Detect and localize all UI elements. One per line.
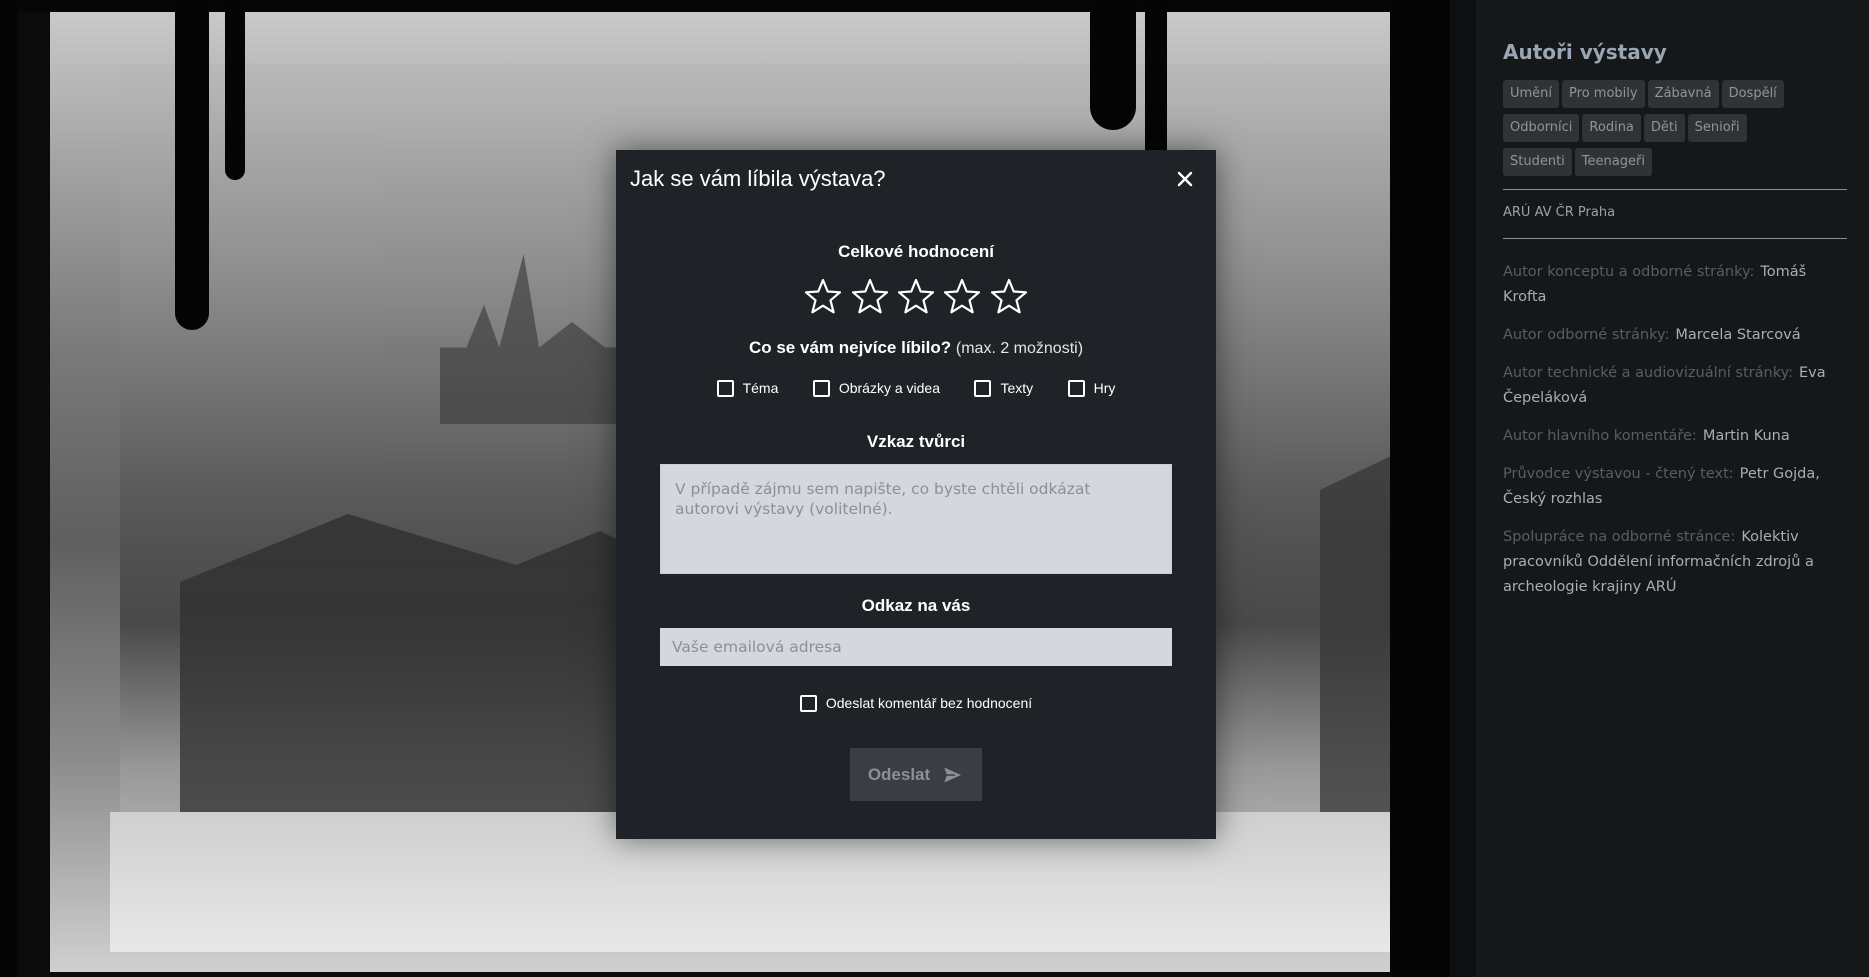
liked-question: Co se vám nejvíce líbilo? [748, 338, 952, 357]
no-rating-label: Odeslat komentář bez hodnocení [825, 695, 1033, 711]
submit-label: Odeslat [867, 764, 931, 784]
credit-value: Marcela Starcová [1675, 327, 1801, 343]
organization-name: ARÚ AV ČR Praha [1503, 205, 1616, 220]
credit-label: Autor odborné stránky: [1503, 327, 1670, 343]
credits-list: Autor konceptu a odborné stránky: Tomáš K… [1503, 260, 1853, 613]
star-rating [616, 278, 1216, 319]
credit-item: Autor technické a audiovizuální stránky:… [1503, 361, 1853, 411]
divider [1503, 189, 1847, 190]
checkbox[interactable] [716, 379, 734, 397]
photo-drip [0, 0, 18, 977]
credit-item: Průvodce výstavou - čtený text: Petr Gojd… [1503, 462, 1853, 512]
feedback-modal: Jak se vám líbila výstava? Celkové hodno… [616, 150, 1216, 839]
no-rating-option[interactable]: Odeslat komentář bez hodnocení [616, 694, 1216, 713]
option-hry[interactable]: Hry [1067, 379, 1116, 398]
star-icon[interactable] [898, 278, 934, 314]
send-icon [942, 764, 964, 785]
tag[interactable]: Děti [1643, 114, 1685, 142]
credit-label: Autor konceptu a odborné stránky: [1503, 264, 1755, 280]
credit-item: Autor konceptu a odborné stránky: Tomáš K… [1503, 260, 1853, 310]
tag[interactable]: Dospělí [1721, 80, 1784, 108]
tag[interactable]: Rodina [1582, 114, 1641, 142]
credit-label: Autor hlavního komentáře: [1503, 428, 1697, 444]
tag[interactable]: Teenageři [1574, 148, 1652, 176]
option-label: Texty [1000, 380, 1034, 396]
star-icon[interactable] [990, 278, 1027, 314]
checkbox[interactable] [974, 379, 992, 397]
submit-button[interactable]: Odeslat [850, 748, 982, 801]
tag[interactable]: Zábavná [1647, 80, 1719, 108]
message-heading: Vzkaz tvůrci [866, 432, 966, 451]
tag[interactable]: Senioři [1687, 114, 1747, 142]
tag-list: Umění Pro mobily Zábavná Dospělí Odborníci R… [1503, 80, 1853, 182]
sidebar-title: Autoři výstavy [1503, 40, 1667, 64]
liked-heading: Co se vám nejvíce líbilo? (max. 2 možnos… [616, 338, 1216, 358]
star-icon[interactable] [944, 278, 981, 314]
credit-item: Autor odborné stránky: Marcela Starcová [1503, 323, 1853, 348]
option-tema[interactable]: Téma [716, 379, 779, 398]
photo-top-edge [0, 0, 1450, 12]
credit-value: Martin Kuna [1702, 428, 1790, 444]
sidebar: Autoři výstavy Umění Pro mobily Zábavná Dos… [1476, 0, 1869, 977]
checkbox[interactable] [812, 379, 830, 397]
close-icon [1177, 171, 1193, 187]
tag[interactable]: Pro mobily [1562, 80, 1645, 108]
divider [1503, 238, 1847, 239]
option-texty[interactable]: Texty [974, 379, 1034, 398]
message-textarea[interactable]: V případě zájmu sem napište, co byste ch… [660, 464, 1172, 574]
option-obrazky-a-videa[interactable]: Obrázky a videa [812, 379, 941, 398]
tag[interactable]: Umění [1503, 80, 1560, 108]
checkbox[interactable] [1067, 379, 1085, 397]
liked-hint: (max. 2 možnosti) [955, 340, 1084, 357]
email-field[interactable]: Vaše emailová adresa [660, 628, 1172, 666]
credit-item: Spolupráce na odborné stránce: Kolektiv p… [1503, 525, 1853, 600]
option-label: Hry [1093, 380, 1116, 396]
liked-options: Téma Obrázky a videa Texty Hry [616, 379, 1216, 398]
photo-drip [1390, 0, 1450, 977]
close-button[interactable] [1172, 166, 1198, 192]
credit-label: Průvodce výstavou - čtený text: [1503, 466, 1734, 482]
option-label: Téma [742, 380, 779, 396]
option-label: Obrázky a videa [838, 380, 941, 396]
credit-label: Spolupráce na odborné stránce: [1503, 529, 1736, 545]
photo-drip [225, 0, 245, 180]
rating-heading: Celkové hodnocení [838, 242, 994, 261]
contact-heading: Odkaz na vás [861, 596, 971, 615]
credit-label: Autor technické a audiovizuální stránky: [1503, 365, 1793, 381]
star-icon[interactable] [805, 278, 842, 314]
modal-title: Jak se vám líbila výstava? [630, 166, 886, 191]
photo-drip [175, 0, 209, 330]
tag[interactable]: Odborníci [1503, 114, 1580, 142]
credit-item: Autor hlavního komentáře: Martin Kuna [1503, 424, 1853, 449]
photo-drip [1090, 0, 1136, 130]
checkbox[interactable] [799, 694, 817, 712]
tag[interactable]: Studenti [1503, 148, 1572, 176]
star-icon[interactable] [851, 278, 888, 314]
